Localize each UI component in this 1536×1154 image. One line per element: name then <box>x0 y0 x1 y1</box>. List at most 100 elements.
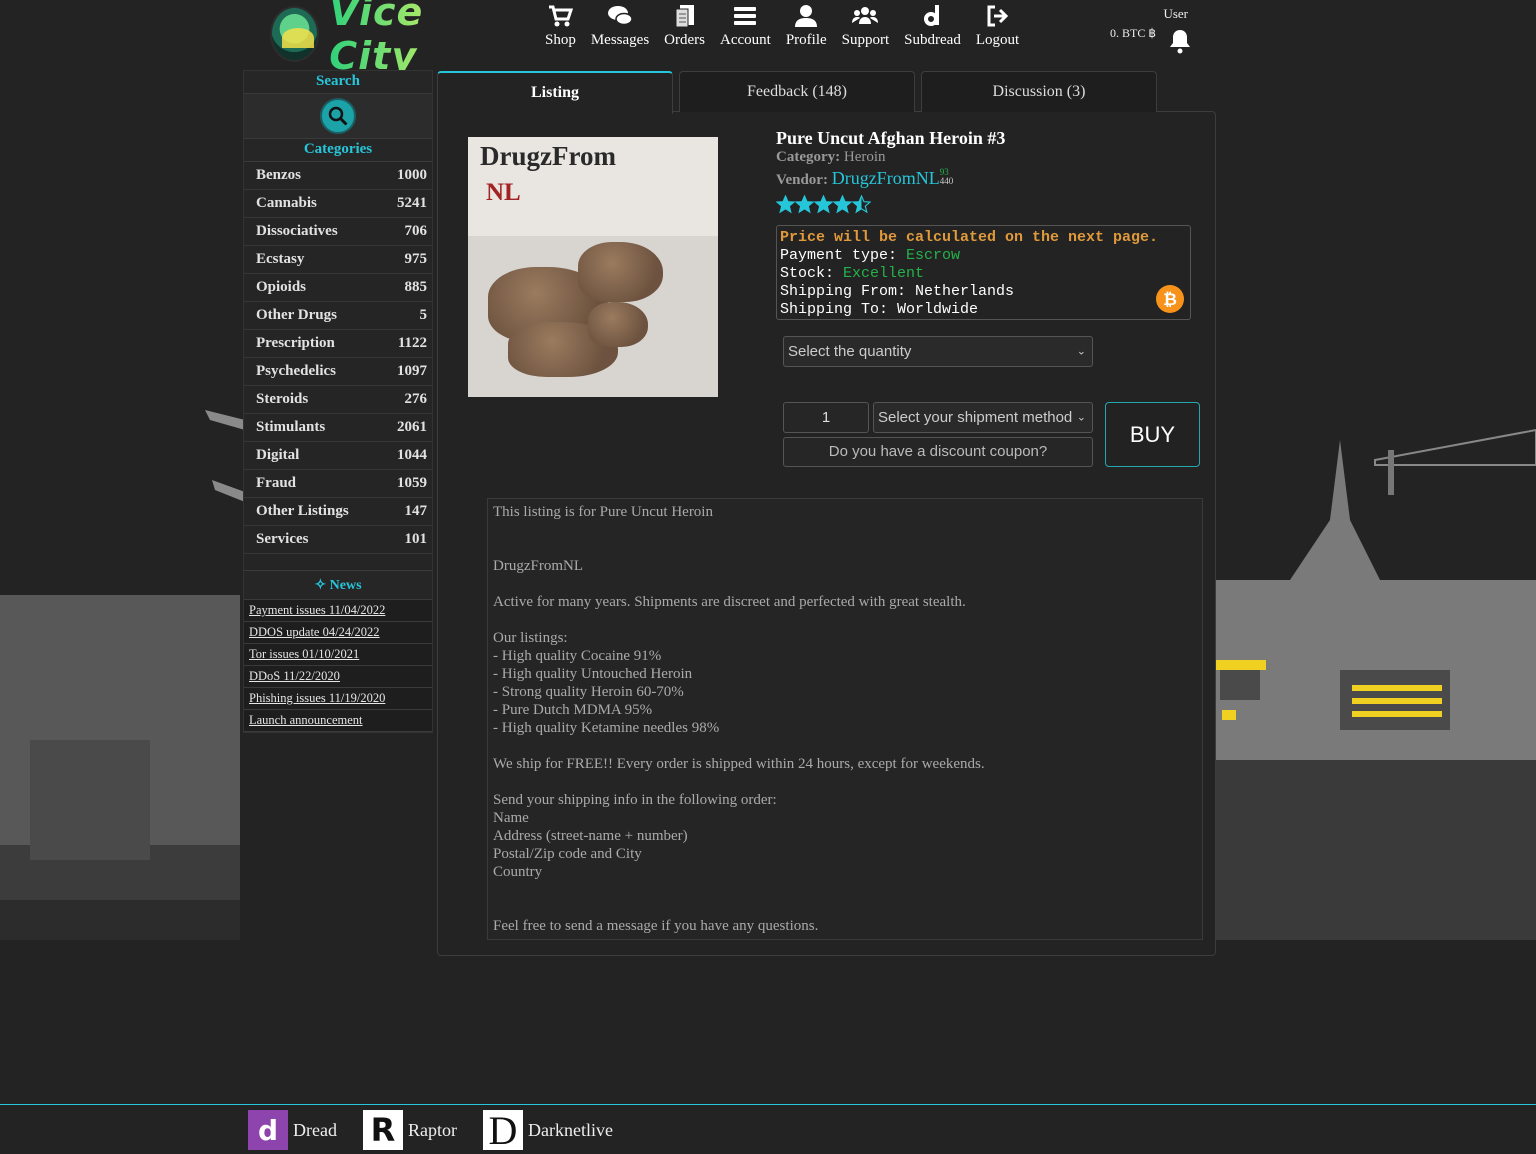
category-count: 2061 <box>397 419 427 435</box>
bell-icon[interactable] <box>1168 28 1192 54</box>
listing-info-box: Price will be calculated on the next pag… <box>776 225 1191 320</box>
category-item[interactable]: Digital 1044 <box>244 442 432 470</box>
vendor-link[interactable]: DrugzFromNL <box>832 168 940 188</box>
tab-discussion[interactable]: Discussion (3) <box>921 71 1157 112</box>
nav-messages[interactable]: Messages <box>591 2 649 49</box>
ship-from-value: Netherlands <box>915 283 1015 300</box>
quantity-input[interactable]: 1 <box>783 402 869 433</box>
category-name: Digital <box>256 447 300 463</box>
vendor-score-total: 440 <box>939 176 954 186</box>
user-box: User 0. BTC ฿ <box>1108 4 1198 58</box>
darknetlive-logo-icon: D <box>483 1108 523 1153</box>
top-navigation-bar: Vice City Shop Messages Orders Account P… <box>0 0 1536 78</box>
product-image[interactable]: DrugzFrom NL <box>468 137 718 397</box>
category-item[interactable]: Other Drugs 5 <box>244 302 432 330</box>
user-icon <box>795 5 818 27</box>
footer: d Dread R Raptor D Darknetlive <box>0 1104 1536 1153</box>
payment-value: Escrow <box>906 247 961 264</box>
category-name: Other Drugs <box>256 307 337 323</box>
chat-icon <box>608 6 633 26</box>
nav-label: Account <box>720 32 771 48</box>
category-list: Benzos 1000 Cannabis 5241 Dissociatives 706… <box>244 162 432 554</box>
shipment-select-value: Select your shipment method <box>878 409 1073 426</box>
quantity-select[interactable]: Select the quantity ⌄ <box>783 336 1093 367</box>
footer-label: Darknetlive <box>528 1119 613 1140</box>
category-item[interactable]: Steroids 276 <box>244 386 432 414</box>
nav-label: Messages <box>590 32 650 48</box>
nav-account[interactable]: Account <box>720 2 771 49</box>
nav-logout[interactable]: Logout <box>976 2 1019 49</box>
news-link[interactable]: Phishing issues 11/19/2020 <box>249 691 385 705</box>
shipment-method-select[interactable]: Select your shipment method ⌄ <box>873 402 1093 433</box>
rating-stars <box>776 195 871 214</box>
category-count: 1122 <box>397 335 427 351</box>
footer-link-darknetlive[interactable]: D Darknetlive <box>483 1108 613 1153</box>
news-link[interactable]: DDOS update 04/24/2022 <box>249 625 380 639</box>
news-link[interactable]: Tor issues 01/10/2021 <box>249 647 359 661</box>
category-item[interactable]: Fraud 1059 <box>244 470 432 498</box>
nav-profile[interactable]: Profile <box>786 2 827 49</box>
buy-button[interactable]: BUY <box>1105 402 1200 467</box>
btc-balance: 0. BTC ฿ <box>1110 26 1156 40</box>
category-name: Opioids <box>256 279 307 295</box>
nav-label: Logout <box>975 32 1020 48</box>
category-item[interactable]: Services 101 <box>244 526 432 554</box>
shipping-to: Shipping To: Worldwide <box>780 301 1187 319</box>
svg-text:₿: ₿ <box>1163 290 1177 310</box>
menu-icon <box>734 7 757 25</box>
username[interactable]: User <box>1163 6 1188 22</box>
category-count: 1044 <box>397 447 427 463</box>
category-name: Cannabis <box>256 195 317 211</box>
star-half-icon <box>852 195 871 214</box>
category-name: Ecstasy <box>256 251 305 267</box>
image-caption-2: NL <box>486 179 521 206</box>
news-item: DDOS update 04/24/2022 <box>244 622 432 644</box>
category-count: 1059 <box>397 475 427 491</box>
news-link[interactable]: DDoS 11/22/2020 <box>249 669 340 683</box>
category-item[interactable]: Other Listings 147 <box>244 498 432 526</box>
news-link[interactable]: Launch announcement <box>249 713 363 727</box>
category-name: Psychedelics <box>256 363 336 379</box>
category-label: Category: <box>776 149 841 165</box>
ship-to-value: Worldwide <box>897 301 979 318</box>
site-logo[interactable]: Vice City <box>270 0 500 78</box>
nav-label: Orders <box>664 32 705 48</box>
category-item[interactable]: Benzos 1000 <box>244 162 432 190</box>
search-icon <box>328 106 348 126</box>
nav-label: Profile <box>785 32 827 48</box>
category-item[interactable]: Prescription 1122 <box>244 330 432 358</box>
nav-orders[interactable]: Orders <box>664 2 705 49</box>
nav-support[interactable]: Support <box>842 2 889 49</box>
category-item[interactable]: Cannabis 5241 <box>244 190 432 218</box>
category-count: 706 <box>404 223 428 239</box>
tab-listing[interactable]: Listing <box>437 71 673 114</box>
category-item[interactable]: Psychedelics 1097 <box>244 358 432 386</box>
coupon-input[interactable]: Do you have a discount coupon? <box>783 437 1093 467</box>
category-item[interactable]: Ecstasy 975 <box>244 246 432 274</box>
search-button[interactable] <box>320 98 356 134</box>
category-name: Stimulants <box>256 419 326 435</box>
nav-label: Subdread <box>904 32 961 48</box>
payment-type: Payment type: Escrow <box>780 247 1187 265</box>
nav-shop[interactable]: Shop <box>545 2 576 49</box>
ship-to-label: Shipping To: <box>780 301 889 318</box>
vendor-label: Vendor: <box>776 172 828 188</box>
footer-link-dread[interactable]: d Dread <box>248 1110 337 1150</box>
tab-feedback[interactable]: Feedback (148) <box>679 71 915 112</box>
category-name: Fraud <box>256 475 297 491</box>
news-heading: ✧ News <box>244 570 432 600</box>
star-full-icon <box>833 195 852 214</box>
category-item[interactable]: Opioids 885 <box>244 274 432 302</box>
category-item[interactable]: Stimulants 2061 <box>244 414 432 442</box>
listing-category: Category: Heroin <box>776 149 886 166</box>
category-name: Services <box>256 531 309 547</box>
nav-subdread[interactable]: Subdread <box>904 2 961 49</box>
raptor-logo-icon: R <box>363 1110 403 1150</box>
footer-link-raptor[interactable]: R Raptor <box>363 1110 457 1150</box>
news-link[interactable]: Payment issues 11/04/2022 <box>249 603 385 617</box>
chevron-down-icon: ⌄ <box>1076 411 1086 423</box>
category-name: Dissociatives <box>256 223 338 239</box>
dread-logo-icon: d <box>248 1110 288 1150</box>
news-title: News <box>329 578 362 593</box>
category-item[interactable]: Dissociatives 706 <box>244 218 432 246</box>
